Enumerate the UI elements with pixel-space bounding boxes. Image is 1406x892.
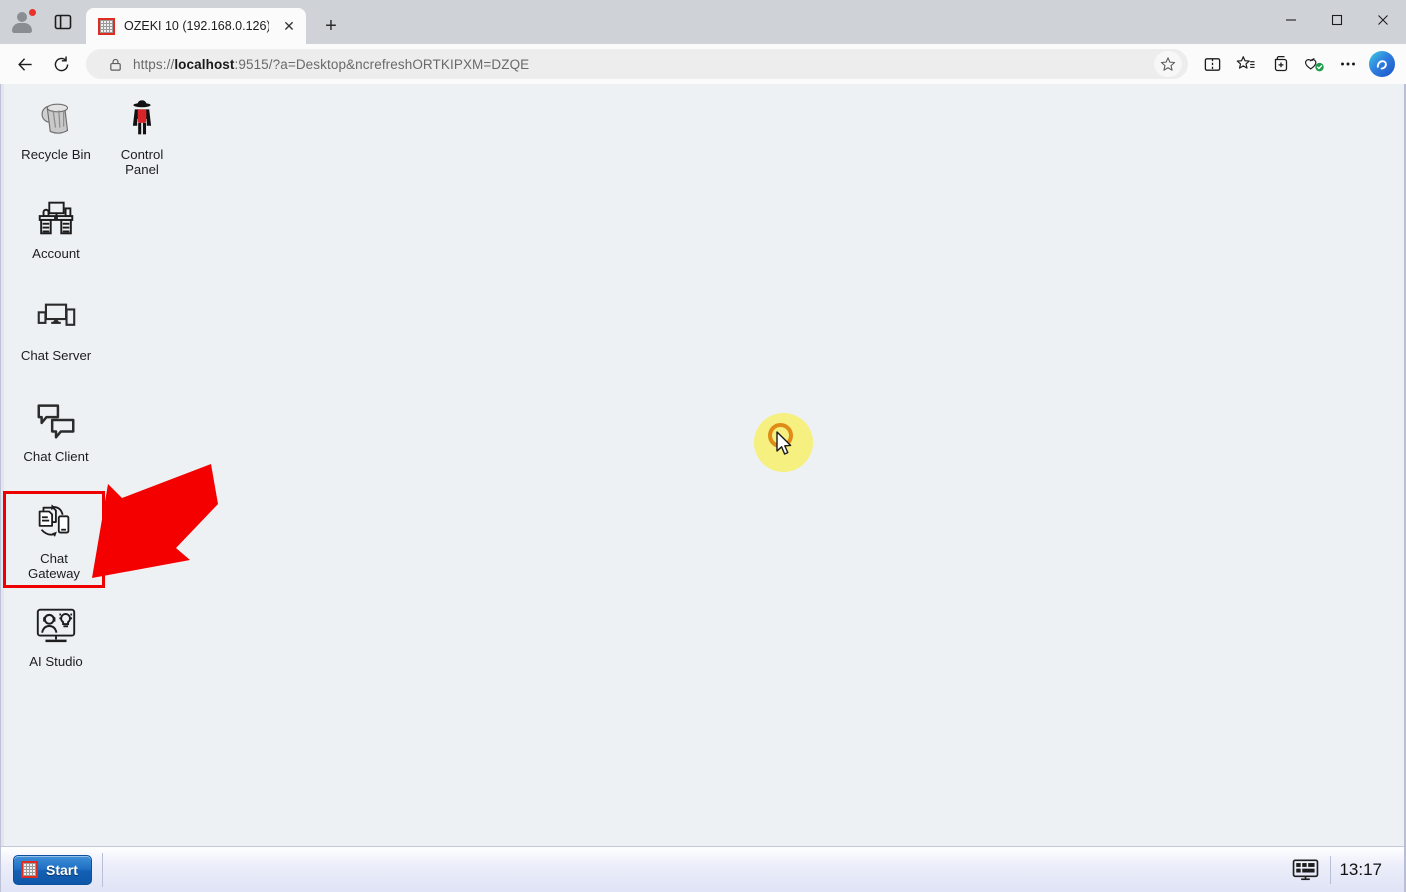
ai-studio-icon — [33, 603, 79, 649]
new-tab-button[interactable]: + — [316, 11, 346, 41]
desktop-icon-recycle-bin[interactable]: Recycle Bin — [8, 90, 104, 166]
refresh-icon[interactable] — [44, 48, 78, 80]
desktop-icon-label: Chat Gateway — [27, 551, 81, 581]
address-bar[interactable]: https://localhost:9515/?a=Desktop&ncrefr… — [86, 49, 1188, 79]
start-button-label: Start — [46, 861, 78, 878]
start-button[interactable]: Start — [13, 854, 92, 885]
desktop-icon-chat-server[interactable]: Chat Server — [8, 291, 104, 367]
copilot-glyph — [1369, 51, 1395, 77]
window-controls — [1268, 0, 1406, 40]
address-bar-url[interactable]: https://localhost:9515/?a=Desktop&ncrefr… — [133, 57, 1144, 72]
favorite-star-icon[interactable] — [1154, 51, 1182, 77]
copilot-icon[interactable] — [1366, 48, 1398, 80]
avatar-notification-dot — [28, 8, 37, 17]
taskbar-divider — [101, 852, 103, 887]
ozeki-grid-icon — [21, 861, 38, 878]
mouse-cursor-icon — [776, 431, 792, 455]
split-screen-icon[interactable] — [1196, 48, 1228, 80]
close-button[interactable] — [1360, 0, 1406, 40]
ozeki-desktop[interactable]: Recycle Bin Control Panel Account Chat S… — [1, 84, 1404, 846]
red-pointer-arrow — [84, 456, 219, 586]
title-bar-left-controls — [0, 0, 82, 44]
desktop-icon-label: AI Studio — [29, 654, 83, 669]
account-desk-icon — [33, 195, 79, 241]
desktop-icon-label: Chat Client — [23, 449, 89, 464]
desktop-icon-control-panel[interactable]: Control Panel — [94, 90, 190, 181]
click-highlight — [754, 413, 813, 472]
avatar-body — [12, 23, 32, 33]
profile-avatar-icon[interactable] — [10, 8, 37, 35]
edge-browser-window: OZEKI 10 (192.168.0.126) ✕ + https://loc… — [0, 0, 1406, 892]
collections-icon[interactable] — [1264, 48, 1296, 80]
chat-server-icon — [33, 297, 79, 343]
back-arrow-icon[interactable] — [8, 48, 42, 80]
tab-title: OZEKI 10 (192.168.0.126) — [124, 19, 269, 33]
tray-divider — [1330, 855, 1332, 884]
close-icon[interactable]: ✕ — [278, 15, 300, 37]
control-panel-icon — [119, 96, 165, 142]
title-bar: OZEKI 10 (192.168.0.126) ✕ + — [0, 0, 1406, 44]
navigation-toolbar: https://localhost:9515/?a=Desktop&ncrefr… — [0, 44, 1406, 84]
desktop-icon-label: Recycle Bin — [21, 147, 91, 162]
taskbar-clock[interactable]: 13:17 — [1337, 860, 1392, 880]
ozeki-taskbar: Start 13:17 — [1, 846, 1404, 892]
maximize-button[interactable] — [1314, 0, 1360, 40]
desktop-icon-ai-studio[interactable]: AI Studio — [8, 597, 104, 673]
desktop-icon-label: Chat Server — [20, 348, 92, 363]
favorites-icon[interactable] — [1230, 48, 1262, 80]
system-tray: 13:17 — [1286, 847, 1398, 892]
browser-essentials-icon[interactable] — [1298, 48, 1330, 80]
recycle-bin-icon — [33, 96, 79, 142]
avatar-head — [17, 12, 27, 22]
minimize-button[interactable] — [1268, 0, 1314, 40]
ozeki-grid-favicon — [98, 17, 115, 35]
chat-gateway-icon — [31, 500, 77, 546]
page-viewport: Recycle Bin Control Panel Account Chat S… — [0, 84, 1406, 892]
desktop-icon-label: Account — [32, 246, 80, 261]
desktop-icon-chat-client[interactable]: Chat Client — [8, 392, 104, 468]
display-monitor-tray-icon[interactable] — [1286, 852, 1324, 888]
site-information-lock-icon[interactable] — [96, 57, 123, 72]
desktop-icon-chat-gateway[interactable]: Chat Gateway — [3, 491, 105, 588]
browser-tab[interactable]: OZEKI 10 (192.168.0.126) ✕ — [86, 8, 306, 44]
desktop-icon-label: Control Panel — [120, 147, 164, 177]
tab-actions-icon[interactable] — [50, 9, 76, 35]
settings-more-icon[interactable] — [1332, 48, 1364, 80]
desktop-icon-account[interactable]: Account — [8, 189, 104, 265]
chat-client-icon — [33, 398, 79, 444]
